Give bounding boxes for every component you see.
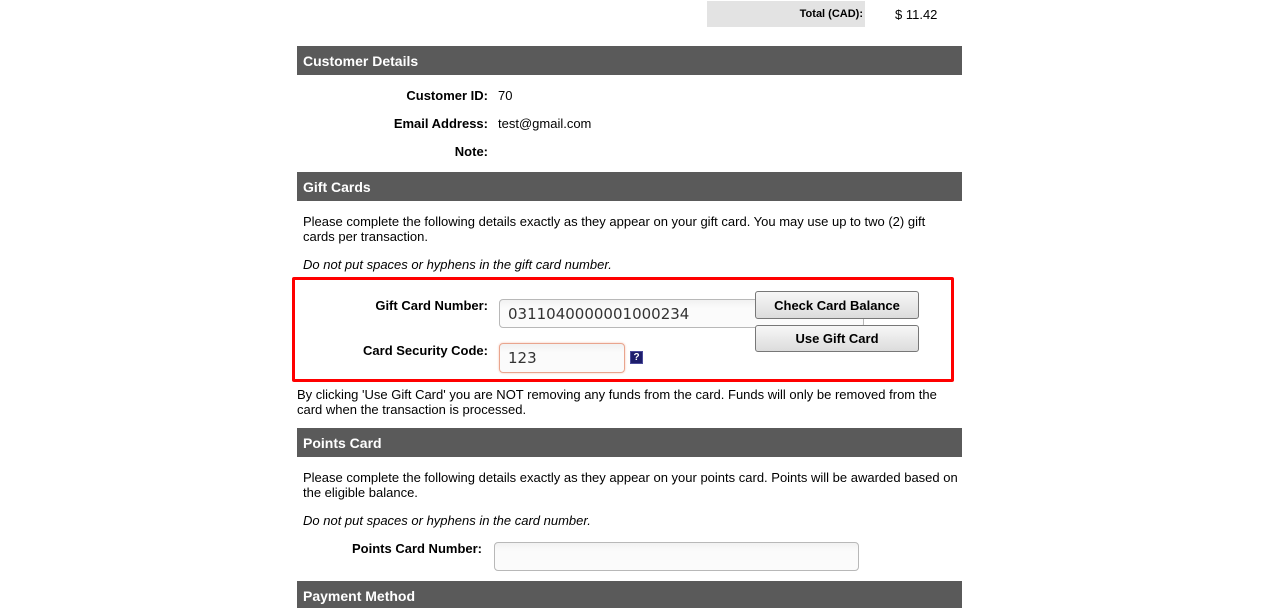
gift-card-instructions: Please complete the following details ex… bbox=[303, 214, 926, 244]
customer-id-label: Customer ID: bbox=[406, 88, 488, 103]
gift-card-no-spaces-note: Do not put spaces or hyphens in the gift… bbox=[303, 257, 612, 272]
note-label: Note: bbox=[454, 144, 488, 159]
total-label: Total (CAD): bbox=[707, 1, 865, 27]
gift-card-number-label: Gift Card Number: bbox=[375, 298, 488, 313]
customer-id-value: 70 bbox=[498, 88, 513, 103]
points-card-number-input[interactable] bbox=[494, 542, 859, 571]
gift-card-disclaimer: By clicking 'Use Gift Card' you are NOT … bbox=[297, 387, 937, 417]
points-card-instructions: Please complete the following details ex… bbox=[303, 470, 958, 500]
points-card-no-spaces-note: Do not put spaces or hyphens in the card… bbox=[303, 513, 591, 528]
email-value: test@gmail.com bbox=[498, 116, 592, 131]
card-security-code-label: Card Security Code: bbox=[363, 343, 488, 358]
customer-details-header: Customer Details bbox=[297, 46, 962, 75]
points-card-number-label: Points Card Number: bbox=[351, 541, 482, 556]
help-icon[interactable]: ? bbox=[630, 351, 643, 364]
use-gift-card-button[interactable]: Use Gift Card bbox=[755, 325, 919, 352]
points-card-header: Points Card bbox=[297, 428, 962, 457]
check-card-balance-button[interactable]: Check Card Balance bbox=[755, 291, 919, 319]
total-value: $ 11.42 bbox=[895, 7, 938, 22]
email-label: Email Address: bbox=[393, 116, 488, 131]
checkout-page: Total (CAD): $ 11.42 Customer Details Cu… bbox=[0, 0, 1269, 608]
gift-cards-header: Gift Cards bbox=[297, 172, 962, 201]
card-security-code-input[interactable]: 123 bbox=[499, 343, 625, 373]
payment-method-header: Payment Method bbox=[297, 581, 962, 608]
